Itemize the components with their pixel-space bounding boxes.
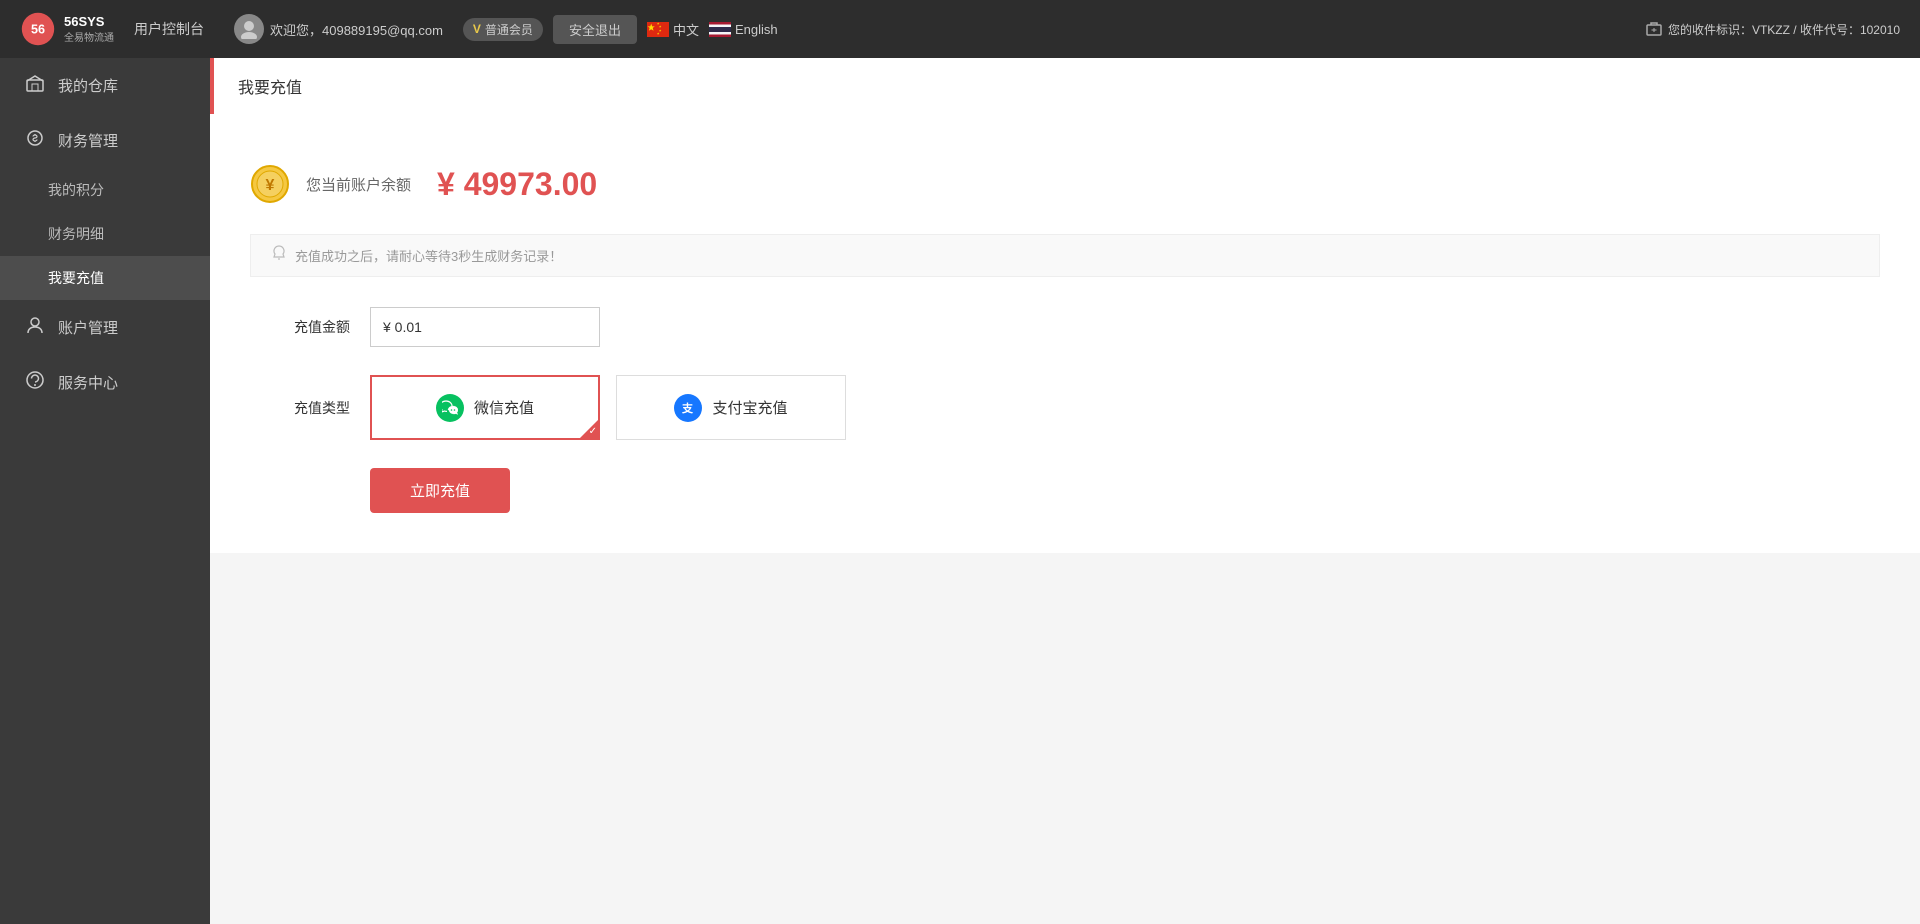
statement-label: 财务明细 — [48, 226, 104, 242]
finance-icon — [24, 129, 46, 152]
wechat-label: 微信充值 — [474, 397, 534, 418]
balance-label: 您当前账户余额 — [306, 174, 411, 195]
header: 56 56SYS 全易物流通 用户控制台 欢迎您，409889195@qq.co… — [0, 0, 1920, 58]
page-title: 我要充值 — [238, 80, 302, 97]
notice-bar: 充值成功之后，请耐心等待3秒生成财务记录！ — [250, 234, 1880, 277]
svg-text:支: 支 — [681, 401, 694, 415]
logo-sub: 全易物流通 — [64, 29, 114, 44]
logo: 56 56SYS 全易物流通 — [20, 11, 114, 47]
alipay-option[interactable]: 支 支付宝充值 — [616, 375, 846, 440]
notice-text: 充值成功之后，请耐心等待3秒生成财务记录！ — [295, 246, 562, 265]
type-label: 充值类型 — [250, 398, 370, 418]
sidebar-item-service[interactable]: 服务中心 — [0, 355, 210, 410]
parcel-icon — [1646, 21, 1662, 37]
check-mark: ✓ — [589, 427, 597, 437]
sidebar-sub-statement[interactable]: 财务明细 — [0, 212, 210, 256]
logo-text: 56SYS — [64, 14, 114, 29]
sidebar-item-account[interactable]: 账户管理 — [0, 300, 210, 355]
parcel-info-text: 您的收件标识：VTKZZ / 收件代号：102010 — [1668, 21, 1900, 38]
avatar — [234, 14, 264, 44]
sidebar-sub-recharge[interactable]: 我要充值 — [0, 256, 210, 300]
sidebar: 我的仓库 财务管理 我的积分 财务明细 我要充值 账户管理 服 — [0, 58, 210, 924]
warehouse-icon — [24, 74, 46, 97]
points-label: 我的积分 — [48, 182, 104, 198]
lang-en[interactable]: English — [709, 22, 778, 37]
svg-text:¥: ¥ — [266, 177, 275, 194]
amount-input[interactable] — [370, 307, 600, 347]
wechat-icon — [436, 394, 464, 422]
parcel-info: 您的收件标识：VTKZZ / 收件代号：102010 — [1646, 21, 1900, 38]
submit-button[interactable]: 立即充值 — [370, 468, 510, 513]
service-icon — [24, 371, 46, 394]
member-level: 普通会员 — [485, 21, 533, 38]
account-icon — [24, 316, 46, 339]
alipay-icon: 支 — [674, 394, 702, 422]
balance-section: ¥ 您当前账户余额 ¥ 49973.00 — [250, 144, 1880, 234]
svg-text:56: 56 — [31, 23, 45, 37]
sidebar-sub-points[interactable]: 我的积分 — [0, 168, 210, 212]
recharge-label: 我要充值 — [48, 270, 104, 286]
warehouse-label: 我的仓库 — [58, 75, 118, 96]
notice-icon — [271, 245, 287, 266]
nav-label: 用户控制台 — [134, 19, 204, 39]
flag-cn-icon — [647, 22, 669, 37]
balance-amount: ¥ 49973.00 — [437, 166, 597, 203]
content-area: ¥ 您当前账户余额 ¥ 49973.00 充值成功之后，请耐心等待3秒生成财务记… — [210, 114, 1920, 553]
language-options: 中文 English — [647, 20, 778, 39]
lang-zh[interactable]: 中文 — [647, 20, 699, 39]
coin-icon: ¥ — [250, 164, 290, 204]
flag-th-icon — [709, 22, 731, 37]
page-header: 我要充值 — [210, 58, 1920, 114]
alipay-label: 支付宝充值 — [712, 397, 787, 418]
logo-icon: 56 — [20, 11, 56, 47]
logout-button[interactable]: 安全退出 — [553, 15, 637, 44]
lang-zh-label: 中文 — [673, 20, 699, 39]
sidebar-item-warehouse[interactable]: 我的仓库 — [0, 58, 210, 113]
account-label: 账户管理 — [58, 317, 118, 338]
service-label: 服务中心 — [58, 372, 118, 393]
lang-en-label: English — [735, 22, 778, 37]
welcome-text: 欢迎您，409889195@qq.com — [270, 20, 443, 39]
submit-row: 立即充值 — [250, 468, 1880, 513]
member-v-icon: V — [473, 22, 481, 36]
amount-label: 充值金额 — [250, 317, 370, 337]
member-badge: V 普通会员 — [463, 18, 543, 41]
wechat-option[interactable]: 微信充值 ✓ — [370, 375, 600, 440]
amount-form-row: 充值金额 — [250, 307, 1880, 347]
user-info: 欢迎您，409889195@qq.com — [234, 14, 443, 44]
finance-label: 财务管理 — [58, 130, 118, 151]
main-content: 我要充值 ¥ 您当前账户余额 ¥ 49973.00 充值成功之后，请耐心等待3秒… — [210, 58, 1920, 924]
layout: 我的仓库 财务管理 我的积分 财务明细 我要充值 账户管理 服 — [0, 58, 1920, 924]
sidebar-item-finance[interactable]: 财务管理 — [0, 113, 210, 168]
payment-options: 微信充值 ✓ 支 支付宝充值 — [370, 375, 846, 440]
payment-type-row: 充值类型 微信充值 ✓ 支 支付宝充值 — [250, 375, 1880, 440]
